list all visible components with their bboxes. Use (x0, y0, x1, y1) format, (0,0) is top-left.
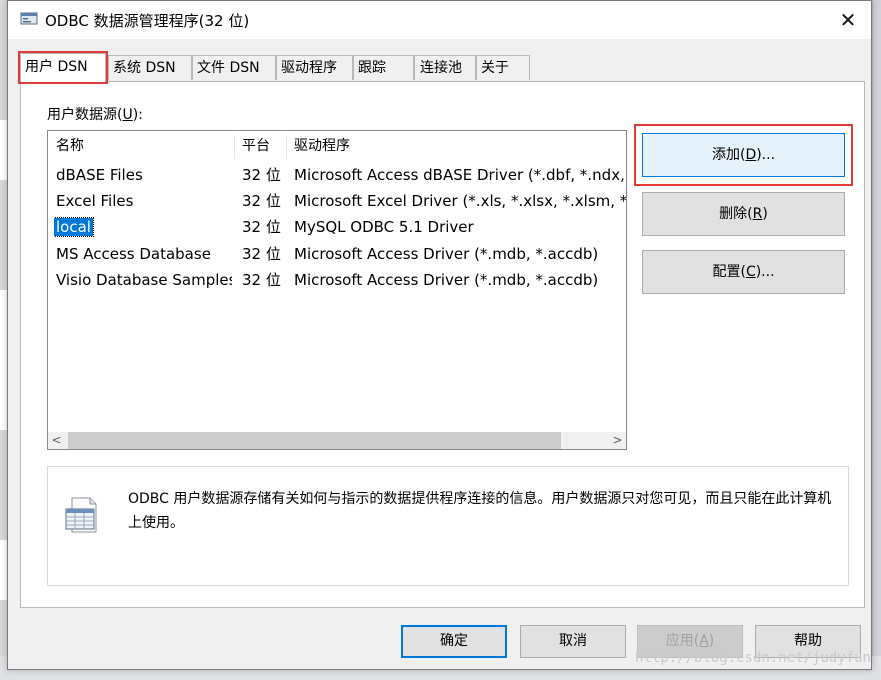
remove-button[interactable]: 删除(R) (642, 192, 845, 236)
row-platform: 32 位 (242, 192, 281, 210)
close-button[interactable]: ✕ (825, 1, 871, 39)
row-name: Excel Files (56, 192, 134, 210)
cancel-button[interactable]: 取消 (520, 625, 626, 658)
table-row[interactable]: dBASE Files 32 位 Microsoft Access dBASE … (48, 162, 626, 188)
row-platform: 32 位 (242, 271, 281, 289)
window-title: ODBC 数据源管理程序(32 位) (45, 12, 250, 30)
row-name: Visio Database Samples (56, 271, 232, 289)
odbc-app-icon (20, 12, 38, 25)
row-driver: Microsoft Access Driver (*.mdb, *.accdb) (294, 271, 599, 289)
tab-user-dsn[interactable]: 用户 DSN (18, 51, 108, 84)
row-name: MS Access Database (56, 245, 211, 263)
horizontal-scrollbar[interactable]: < > (48, 432, 626, 449)
table-row[interactable]: Excel Files 32 位 Microsoft Excel Driver … (48, 188, 626, 214)
row-name: dBASE Files (56, 166, 143, 184)
list-header: 名称 平台 驱动程序 (48, 131, 626, 161)
watermark: http://blog.csdn.net/judyfun (634, 650, 871, 666)
row-name: local (54, 217, 94, 237)
table-row-selected[interactable]: local 32 位 MySQL ODBC 5.1 Driver (48, 214, 626, 240)
close-icon: ✕ (839, 8, 857, 32)
column-header-platform[interactable]: 平台 (234, 131, 286, 161)
row-driver: Microsoft Excel Driver (*.xls, *.xlsx, *… (294, 192, 626, 210)
column-header-name[interactable]: 名称 (48, 131, 234, 161)
tab-drivers[interactable]: 驱动程序 (276, 55, 353, 80)
row-platform: 32 位 (242, 166, 281, 184)
scroll-right-icon[interactable]: > (609, 432, 626, 449)
info-box: ODBC 用户数据源存储有关如何与指示的数据提供程序连接的信息。用户数据源只对您… (47, 466, 849, 586)
datasource-table-icon (65, 497, 97, 533)
odbc-dialog: ODBC 数据源管理程序(32 位) ✕ 用户 DSN 系统 DSN 文件 DS… (7, 0, 872, 670)
user-dsn-list[interactable]: 名称 平台 驱动程序 dBASE Files 32 位 Microsoft Ac… (47, 130, 627, 450)
configure-button[interactable]: 配置(C)... (642, 250, 845, 294)
row-platform: 32 位 (242, 218, 281, 236)
user-data-sources-label: 用户数据源(U): (47, 107, 143, 123)
row-driver: Microsoft Access dBASE Driver (*.dbf, *.… (294, 166, 626, 184)
scrollbar-thumb[interactable] (68, 432, 561, 449)
tab-about[interactable]: 关于 (476, 55, 530, 80)
info-description: ODBC 用户数据源存储有关如何与指示的数据提供程序连接的信息。用户数据源只对您… (128, 491, 832, 531)
tab-connection-pooling[interactable]: 连接池 (414, 55, 476, 80)
ok-button[interactable]: 确定 (401, 625, 507, 658)
tab-system-dsn[interactable]: 系统 DSN (108, 55, 192, 80)
user-dsn-panel: 用户数据源(U): 名称 平台 驱动程序 dBASE Files 32 位 Mi… (20, 81, 865, 608)
title-bar: ODBC 数据源管理程序(32 位) ✕ (8, 1, 871, 39)
tab-file-dsn[interactable]: 文件 DSN (192, 55, 276, 80)
table-row[interactable]: MS Access Database 32 位 Microsoft Access… (48, 241, 626, 267)
scroll-left-icon[interactable]: < (48, 432, 65, 449)
background-app-right (873, 0, 881, 680)
tab-tracing[interactable]: 跟踪 (353, 55, 414, 80)
column-header-driver[interactable]: 驱动程序 (286, 131, 626, 161)
add-button[interactable]: 添加(D)... (642, 133, 845, 177)
row-driver: Microsoft Access Driver (*.mdb, *.accdb) (294, 245, 599, 263)
row-driver: MySQL ODBC 5.1 Driver (294, 218, 474, 236)
row-platform: 32 位 (242, 245, 281, 263)
table-row[interactable]: Visio Database Samples 32 位 Microsoft Ac… (48, 267, 626, 293)
